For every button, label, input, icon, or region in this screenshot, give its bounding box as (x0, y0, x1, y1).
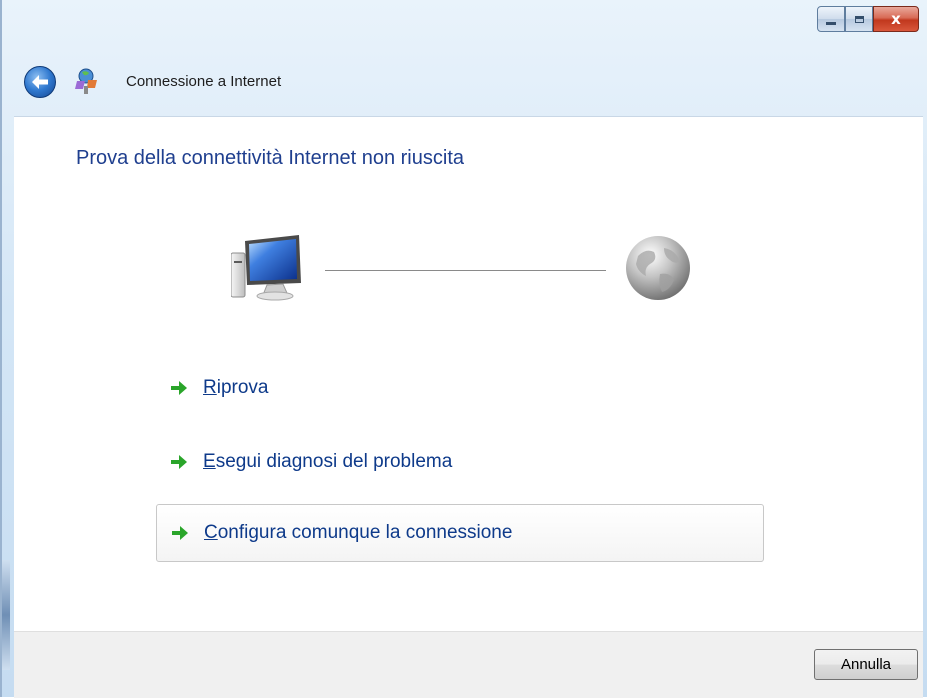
maximize-icon (854, 15, 864, 23)
close-button[interactable]: x (873, 6, 919, 32)
minimize-icon (826, 21, 836, 25)
green-arrow-icon (172, 526, 188, 540)
caption-buttons: x (817, 6, 919, 34)
button-bar: Annulla (14, 631, 923, 698)
window-title: Connessione a Internet (126, 73, 282, 90)
wizard-window: x Connessione a Internet Prova della con… (0, 0, 927, 698)
network-wizard-icon (75, 68, 97, 94)
cancel-button[interactable]: Annulla (814, 649, 918, 680)
diagnose-option-label: Esegui diagnosi del problema (203, 451, 453, 472)
retry-option-label: Riprova (203, 377, 269, 398)
retry-option[interactable]: Riprova (156, 359, 764, 417)
content-pane: Prova della connettività Internet non ri… (14, 116, 923, 632)
diagnose-option[interactable]: Esegui diagnosi del problema (156, 433, 764, 491)
globe-icon (626, 236, 690, 300)
configure-anyway-option[interactable]: Configura comunque la connessione (156, 504, 764, 562)
back-button[interactable] (24, 66, 56, 98)
close-icon: x (891, 9, 901, 28)
window-edge (2, 560, 10, 670)
green-arrow-icon (171, 455, 187, 469)
connection-line (325, 270, 606, 271)
computer-icon (231, 235, 301, 301)
minimize-button[interactable] (817, 6, 845, 32)
green-arrow-icon (171, 381, 187, 395)
page-title: Prova della connettività Internet non ri… (76, 147, 464, 169)
configure-anyway-option-label: Configura comunque la connessione (204, 522, 513, 543)
back-arrow-icon (32, 75, 48, 89)
maximize-button[interactable] (845, 6, 873, 32)
